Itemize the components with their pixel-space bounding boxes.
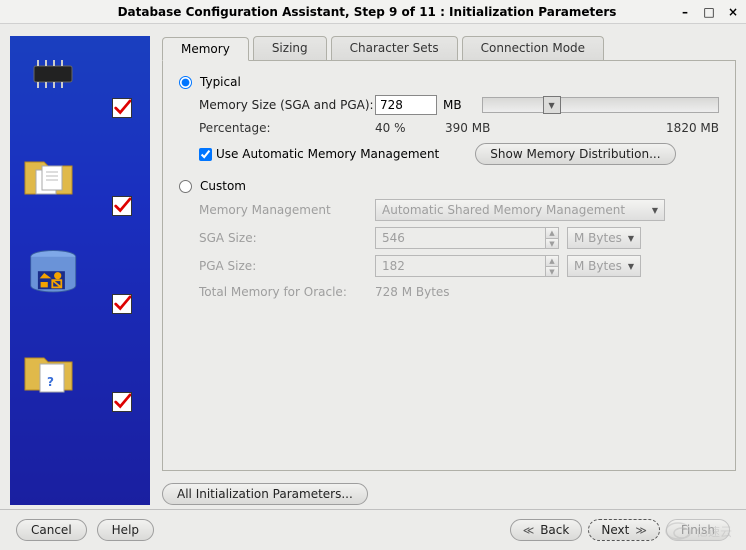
sidebar-step-1	[20, 50, 120, 120]
chevron-left-icon: ≪	[523, 524, 535, 537]
next-button[interactable]: Next≫	[588, 519, 659, 541]
memory-management-value: Automatic Shared Memory Management	[382, 203, 625, 217]
title-bar: Database Configuration Assistant, Step 9…	[0, 0, 746, 24]
pga-size-input: 182	[375, 255, 545, 277]
tab-connection-mode[interactable]: Connection Mode	[462, 36, 604, 60]
tab-bar: Memory Sizing Character Sets Connection …	[162, 36, 736, 61]
total-memory-label: Total Memory for Oracle:	[199, 285, 375, 299]
check-icon	[112, 294, 132, 314]
pga-size-label: PGA Size:	[199, 259, 375, 273]
folder-docs-icon	[20, 191, 90, 205]
chevron-down-icon: ▼	[628, 234, 634, 243]
minimize-icon[interactable]: –	[678, 5, 692, 19]
total-memory-value: 728 M Bytes	[375, 285, 450, 299]
sidebar-step-4: ?	[20, 344, 120, 414]
help-button[interactable]: Help	[97, 519, 154, 541]
cancel-button[interactable]: Cancel	[16, 519, 87, 541]
show-memory-distribution-button[interactable]: Show Memory Distribution...	[475, 143, 675, 165]
memory-size-input[interactable]	[375, 95, 437, 115]
sga-size-input: 546	[375, 227, 545, 249]
memory-management-select: Automatic Shared Memory Management ▼	[375, 199, 665, 221]
use-amm-label: Use Automatic Memory Management	[216, 147, 439, 161]
all-initialization-parameters-button[interactable]: All Initialization Parameters...	[162, 483, 368, 505]
memory-size-label: Memory Size (SGA and PGA):	[199, 98, 375, 112]
tab-memory[interactable]: Memory	[162, 37, 249, 61]
tab-character-sets[interactable]: Character Sets	[331, 36, 458, 60]
check-icon	[112, 98, 132, 118]
chevron-down-icon: ▼	[628, 262, 634, 271]
slider-thumb-icon[interactable]: ▼	[543, 96, 561, 114]
svg-text:?: ?	[47, 375, 54, 389]
check-icon	[112, 392, 132, 412]
check-icon	[112, 196, 132, 216]
memory-mid-value: 390 MB	[445, 121, 625, 135]
sidebar-step-2	[20, 148, 120, 218]
memory-tab-page: Typical Memory Size (SGA and PGA): MB ▼ …	[162, 61, 736, 471]
percentage-value: 40 %	[375, 121, 445, 135]
cylinder-icon	[20, 289, 90, 303]
folder-question-icon: ?	[20, 387, 90, 401]
pga-unit-select: M Bytes▼	[567, 255, 641, 277]
chevron-down-icon: ▼	[652, 206, 658, 215]
chip-icon	[20, 93, 90, 107]
wizard-footer: Cancel Help ≪Back Next≫ Finish	[0, 510, 746, 550]
typical-radio[interactable]	[179, 76, 192, 89]
memory-max-value: 1820 MB	[625, 121, 719, 135]
percentage-label: Percentage:	[199, 121, 375, 135]
chevron-right-icon: ≫	[635, 524, 647, 537]
custom-radio[interactable]	[179, 180, 192, 193]
sga-spinner: ▲▼	[545, 227, 559, 249]
use-amm-checkbox[interactable]	[199, 148, 212, 161]
memory-size-unit: MB	[443, 98, 462, 112]
typical-label: Typical	[200, 75, 241, 89]
wizard-sidebar: ?	[10, 36, 150, 505]
custom-label: Custom	[200, 179, 246, 193]
back-button[interactable]: ≪Back	[510, 519, 583, 541]
svg-text:亿速云: 亿速云	[696, 524, 732, 539]
close-icon[interactable]: ×	[726, 5, 740, 19]
watermark: 亿速云	[664, 519, 734, 546]
pga-spinner: ▲▼	[545, 255, 559, 277]
tab-sizing[interactable]: Sizing	[253, 36, 327, 60]
memory-slider[interactable]: ▼	[482, 97, 719, 113]
sga-unit-select: M Bytes▼	[567, 227, 641, 249]
sga-size-label: SGA Size:	[199, 231, 375, 245]
memory-management-label: Memory Management	[199, 203, 375, 217]
sidebar-step-3	[20, 246, 120, 316]
window-title: Database Configuration Assistant, Step 9…	[56, 5, 678, 19]
maximize-icon[interactable]: □	[702, 5, 716, 19]
